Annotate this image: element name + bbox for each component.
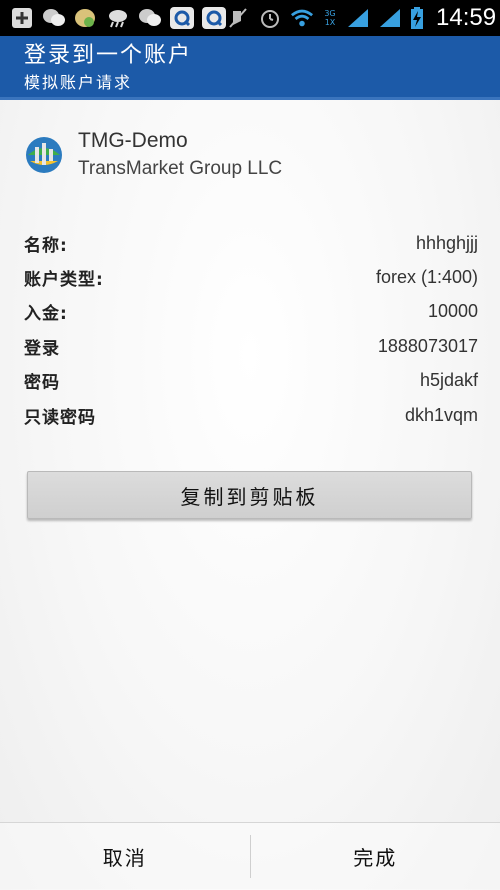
done-button[interactable]: 完成 [251,823,500,890]
page-subtitle: 模拟账户请求 [24,72,500,94]
clock: 14:59 [436,4,496,32]
q-app-icon [202,7,226,29]
detail-label: 只读密码 [24,403,96,428]
dialog-footer: 取消 完成 [0,822,500,890]
detail-row-name: 名称: hhhghjjj [24,226,478,260]
signal-icon [378,7,402,29]
detail-row-deposit: 入金: 10000 [24,295,478,329]
metatrader-logo-icon [22,133,66,177]
wechat-icon [42,7,66,29]
weather-icon [106,7,130,29]
game-icon [74,7,98,29]
alarm-icon [258,7,282,29]
network-type-label: 3G [324,9,335,18]
signal-icon [346,7,370,29]
detail-row-password: 密码 h5jdakf [24,364,478,398]
status-bar: 3G 1X 14:59 [0,0,500,36]
account-server-name: TMG-Demo [78,128,282,154]
account-info: TMG-Demo TransMarket Group LLC [22,128,282,182]
q-app-icon [170,7,194,29]
detail-value: 1888073017 [378,336,478,357]
dialog-header: 登录到一个账户 模拟账户请求 [0,36,500,100]
copy-to-clipboard-button[interactable]: 复制到剪贴板 [27,471,472,519]
detail-value: dkh1vqm [405,405,478,426]
detail-value: hhhghjjj [416,233,478,254]
3g-signal-icon: 3G 1X [322,7,338,29]
detail-row-account-type: 账户类型: forex (1:400) [24,260,478,294]
detail-label: 账户类型: [24,265,104,290]
detail-label: 名称: [24,231,68,256]
detail-label: 登录 [24,334,60,359]
wifi-icon [290,7,314,29]
detail-label: 密码 [24,368,60,393]
account-details: 名称: hhhghjjj 账户类型: forex (1:400) 入金: 100… [24,226,478,432]
account-company: TransMarket Group LLC [78,156,282,182]
detail-value: 10000 [428,301,478,322]
detail-value: h5jdakf [420,370,478,391]
detail-row-login: 登录 1888073017 [24,329,478,363]
mute-icon [226,7,250,29]
battery-charging-icon [410,7,424,29]
detail-label: 入金: [24,299,68,324]
detail-row-readonly-password: 只读密码 dkh1vqm [24,398,478,432]
page-title: 登录到一个账户 [24,42,500,70]
detail-value: forex (1:400) [376,267,478,288]
wechat-icon [138,7,162,29]
cancel-button[interactable]: 取消 [0,823,250,890]
add-icon [10,7,34,29]
network-type-label: 1X [325,18,336,27]
